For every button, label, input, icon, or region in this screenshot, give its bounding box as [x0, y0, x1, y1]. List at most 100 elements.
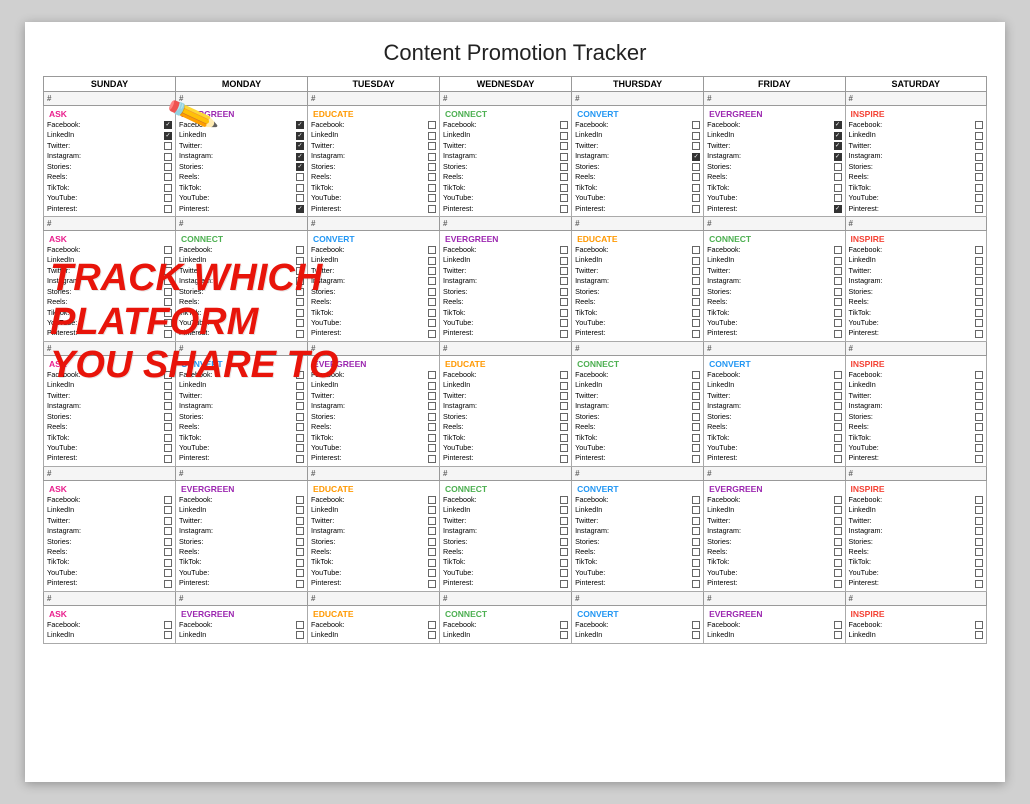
- checkbox[interactable]: [975, 631, 983, 639]
- checkbox[interactable]: [164, 423, 172, 431]
- checkbox[interactable]: [296, 631, 304, 639]
- checkbox[interactable]: [428, 621, 436, 629]
- checkbox[interactable]: [296, 423, 304, 431]
- checkbox[interactable]: [692, 631, 700, 639]
- checkbox[interactable]: [692, 444, 700, 452]
- checkbox[interactable]: [296, 194, 304, 202]
- checkbox[interactable]: [296, 569, 304, 577]
- checkbox[interactable]: [692, 267, 700, 275]
- checkbox[interactable]: [296, 173, 304, 181]
- checkbox[interactable]: [692, 194, 700, 202]
- checkbox[interactable]: ✓: [834, 142, 842, 150]
- checkbox[interactable]: [975, 153, 983, 161]
- checkbox[interactable]: [692, 392, 700, 400]
- checkbox[interactable]: [560, 392, 568, 400]
- checkbox[interactable]: [692, 434, 700, 442]
- checkbox[interactable]: [975, 392, 983, 400]
- checkbox[interactable]: [692, 402, 700, 410]
- checkbox[interactable]: [834, 309, 842, 317]
- checkbox[interactable]: [428, 631, 436, 639]
- checkbox[interactable]: [975, 548, 983, 556]
- checkbox[interactable]: [428, 267, 436, 275]
- checkbox[interactable]: [834, 163, 842, 171]
- checkbox[interactable]: [834, 538, 842, 546]
- checkbox[interactable]: [834, 173, 842, 181]
- checkbox[interactable]: [560, 402, 568, 410]
- checkbox[interactable]: [296, 517, 304, 525]
- checkbox[interactable]: [834, 288, 842, 296]
- checkbox[interactable]: [834, 392, 842, 400]
- checkbox[interactable]: [164, 246, 172, 254]
- checkbox[interactable]: [692, 423, 700, 431]
- checkbox[interactable]: [164, 153, 172, 161]
- checkbox[interactable]: [560, 496, 568, 504]
- checkbox[interactable]: [692, 621, 700, 629]
- checkbox[interactable]: ✓: [296, 132, 304, 140]
- checkbox[interactable]: [692, 184, 700, 192]
- checkbox[interactable]: [975, 163, 983, 171]
- checkbox[interactable]: [560, 434, 568, 442]
- checkbox[interactable]: [834, 496, 842, 504]
- checkbox[interactable]: [428, 142, 436, 150]
- checkbox[interactable]: [428, 392, 436, 400]
- checkbox[interactable]: [692, 205, 700, 213]
- checkbox[interactable]: [560, 194, 568, 202]
- checkbox[interactable]: [560, 538, 568, 546]
- checkbox[interactable]: [834, 298, 842, 306]
- checkbox[interactable]: [296, 402, 304, 410]
- checkbox[interactable]: [834, 559, 842, 567]
- checkbox[interactable]: [834, 434, 842, 442]
- checkbox[interactable]: [692, 246, 700, 254]
- checkbox[interactable]: [975, 527, 983, 535]
- checkbox[interactable]: [296, 184, 304, 192]
- checkbox[interactable]: ✓: [296, 163, 304, 171]
- checkbox[interactable]: [975, 444, 983, 452]
- checkbox[interactable]: [560, 298, 568, 306]
- checkbox[interactable]: [296, 413, 304, 421]
- checkbox[interactable]: [428, 382, 436, 390]
- checkbox[interactable]: [428, 455, 436, 463]
- checkbox[interactable]: [975, 309, 983, 317]
- checkbox[interactable]: [975, 621, 983, 629]
- checkbox[interactable]: [975, 569, 983, 577]
- checkbox[interactable]: [692, 330, 700, 338]
- checkbox[interactable]: [560, 246, 568, 254]
- checkbox[interactable]: [692, 132, 700, 140]
- checkbox[interactable]: [164, 413, 172, 421]
- checkbox[interactable]: [428, 580, 436, 588]
- checkbox[interactable]: [428, 559, 436, 567]
- checkbox[interactable]: [296, 527, 304, 535]
- checkbox[interactable]: [975, 538, 983, 546]
- checkbox[interactable]: [560, 413, 568, 421]
- checkbox[interactable]: [428, 506, 436, 514]
- checkbox[interactable]: [834, 257, 842, 265]
- checkbox[interactable]: [164, 455, 172, 463]
- checkbox[interactable]: [164, 173, 172, 181]
- checkbox[interactable]: [975, 517, 983, 525]
- checkbox[interactable]: ✓: [834, 132, 842, 140]
- checkbox[interactable]: [692, 580, 700, 588]
- checkbox[interactable]: [834, 246, 842, 254]
- checkbox[interactable]: [428, 173, 436, 181]
- checkbox[interactable]: [692, 257, 700, 265]
- checkbox[interactable]: [560, 330, 568, 338]
- checkbox[interactable]: [164, 506, 172, 514]
- checkbox[interactable]: [834, 517, 842, 525]
- checkbox[interactable]: [692, 163, 700, 171]
- checkbox[interactable]: [164, 527, 172, 535]
- checkbox[interactable]: [975, 132, 983, 140]
- checkbox[interactable]: [834, 423, 842, 431]
- checkbox[interactable]: [975, 173, 983, 181]
- checkbox[interactable]: [975, 455, 983, 463]
- checkbox[interactable]: [428, 413, 436, 421]
- checkbox[interactable]: [560, 173, 568, 181]
- checkbox[interactable]: [834, 184, 842, 192]
- checkbox[interactable]: ✓: [834, 121, 842, 129]
- checkbox[interactable]: [834, 631, 842, 639]
- checkbox[interactable]: [428, 298, 436, 306]
- checkbox[interactable]: [834, 569, 842, 577]
- checkbox[interactable]: [164, 184, 172, 192]
- checkbox[interactable]: [692, 371, 700, 379]
- checkbox[interactable]: [560, 548, 568, 556]
- checkbox[interactable]: [296, 392, 304, 400]
